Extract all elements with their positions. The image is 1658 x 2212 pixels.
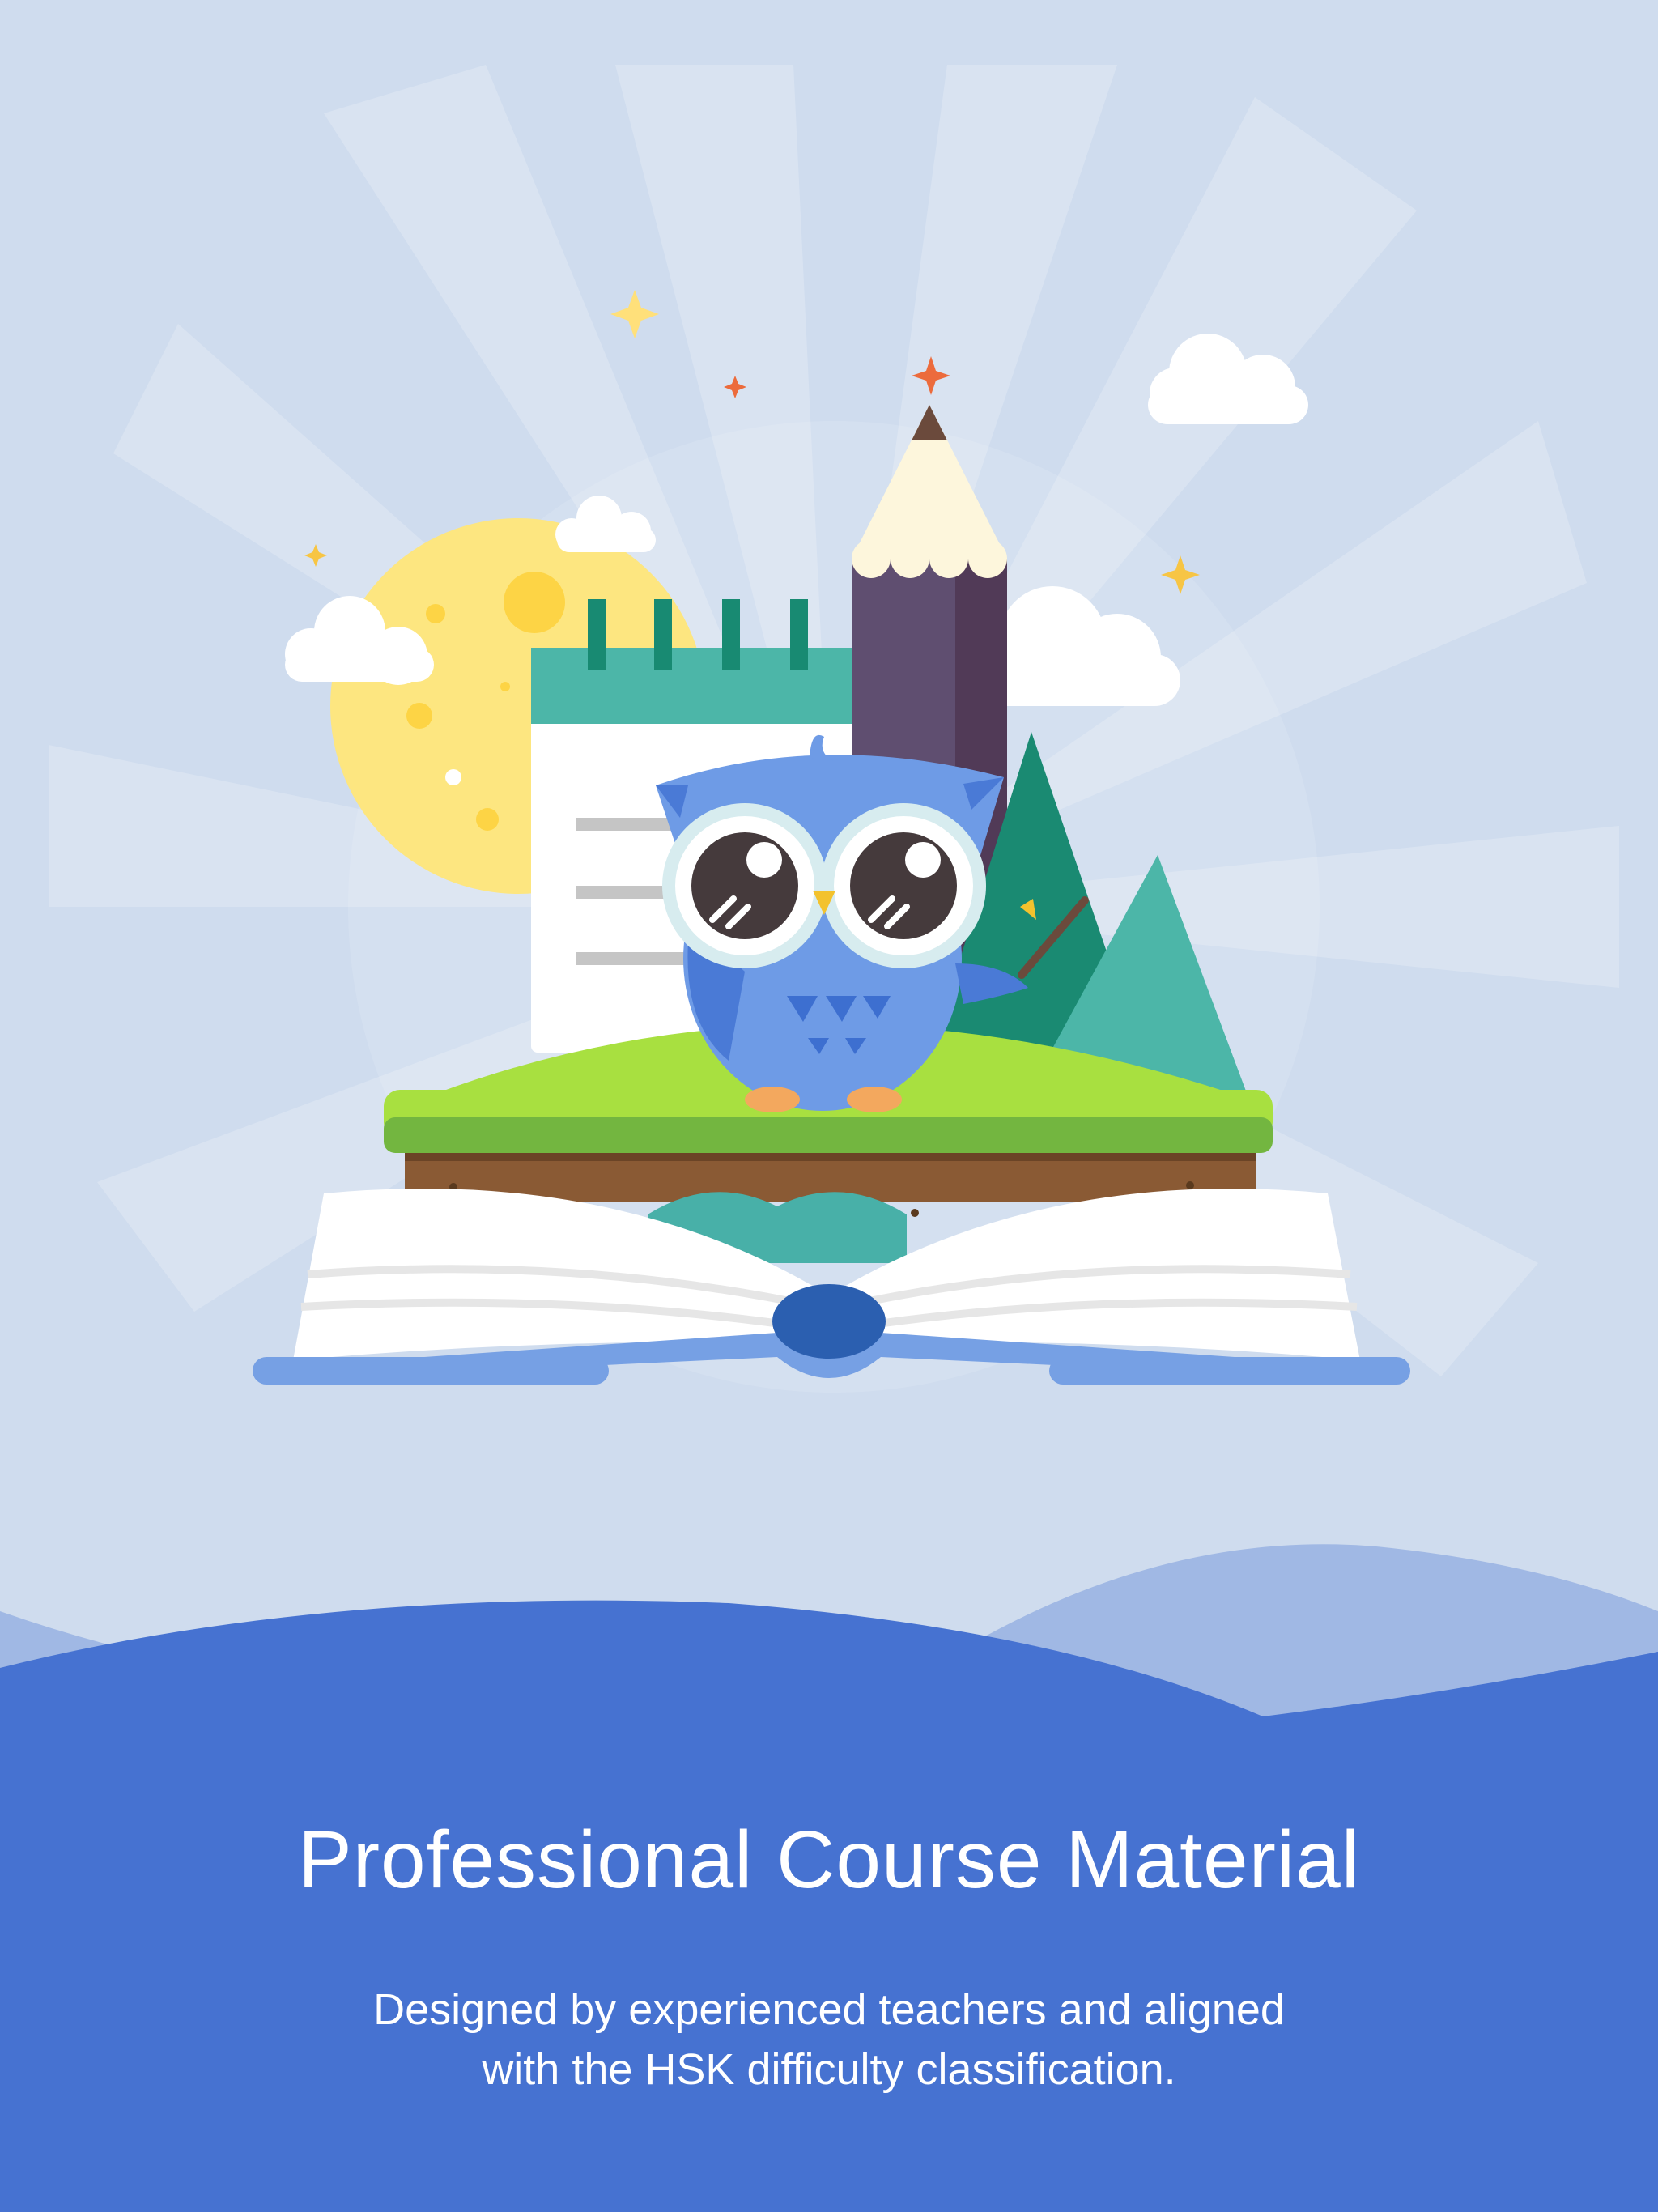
onboarding-screen: Professional Course Material Designed by… [0, 0, 1658, 2212]
subtitle-line-2: with the HSK difficulty classification. [482, 2045, 1176, 2094]
subtitle-line-1: Designed by experienced teachers and ali… [373, 1985, 1285, 2034]
onboarding-text: Professional Course Material Designed by… [0, 1814, 1658, 2099]
page-title: Professional Course Material [298, 1814, 1360, 1905]
page-subtitle: Designed by experienced teachers and ali… [222, 1980, 1436, 2099]
